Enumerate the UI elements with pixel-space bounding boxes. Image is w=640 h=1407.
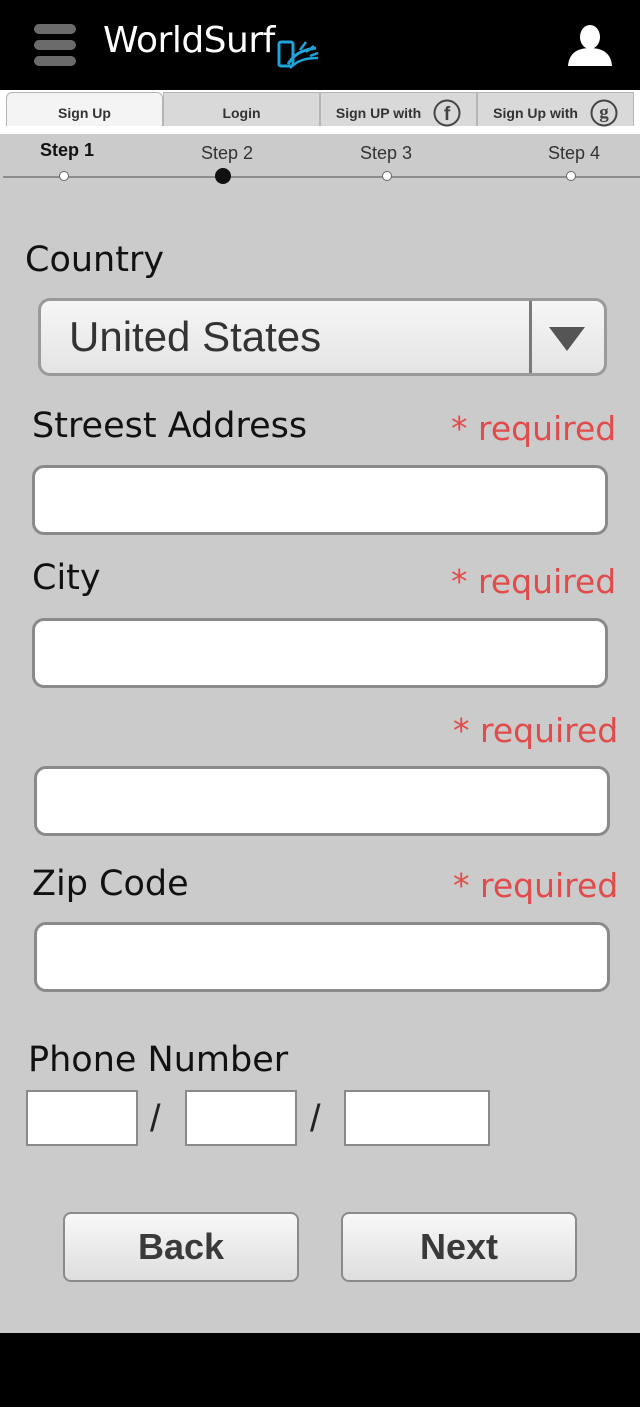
phone-number-label: Phone Number (28, 1040, 289, 1080)
next-button[interactable]: Next (341, 1212, 577, 1282)
phone-prefix-input[interactable] (185, 1090, 297, 1146)
google-icon: g (590, 99, 618, 127)
state-input[interactable] (34, 766, 610, 836)
step-1-dot[interactable] (59, 171, 69, 181)
tab-sign-up[interactable]: Sign Up (6, 92, 163, 126)
country-select-value: United States (69, 313, 322, 360)
select-divider (529, 301, 532, 373)
step-progress-line (3, 176, 640, 178)
app-header: WorldSurf (0, 0, 640, 90)
svg-text:g: g (599, 102, 609, 123)
svg-text:f: f (444, 104, 451, 125)
zip-code-label: Zip Code (32, 864, 189, 904)
chevron-down-icon[interactable] (549, 327, 585, 351)
tab-login[interactable]: Login (163, 92, 320, 126)
back-button[interactable]: Back (63, 1212, 299, 1282)
country-label: Country (25, 240, 165, 280)
state-required-note: * required (453, 711, 619, 750)
city-input[interactable] (32, 618, 608, 688)
user-silhouette-icon[interactable] (566, 24, 614, 66)
footer-bar (0, 1333, 640, 1407)
street-required-note: * required (451, 409, 617, 448)
zip-code-input[interactable] (34, 922, 610, 992)
street-address-label: Streest Address (32, 406, 308, 446)
app-logo-text: WorldSurf (103, 20, 275, 61)
city-label: City (32, 558, 101, 598)
step-3-label: Step 3 (360, 143, 413, 163)
step-4-label: Step 4 (548, 143, 601, 163)
country-select[interactable]: United States (38, 298, 607, 376)
step-1-label: Step 1 (40, 140, 95, 160)
step-2-dot[interactable] (215, 168, 231, 184)
signup-form-panel: Step 1 Step 2 Step 3 Step 4 Country Unit… (0, 134, 640, 1333)
phone-line-input[interactable] (344, 1090, 490, 1146)
phone-separator: / (150, 1098, 161, 1140)
facebook-icon: f (433, 99, 461, 127)
surf-splash-icon (277, 40, 319, 69)
hamburger-menu-icon[interactable] (34, 24, 76, 66)
city-required-note: * required (451, 562, 617, 601)
tab-sign-up-facebook[interactable]: Sign UP with f (320, 92, 477, 127)
phone-area-code-input[interactable] (26, 1090, 138, 1146)
phone-separator: / (310, 1098, 321, 1140)
zip-required-note: * required (453, 866, 619, 905)
tab-sign-up-google[interactable]: Sign Up with g (477, 92, 634, 127)
street-address-input[interactable] (32, 465, 608, 535)
auth-tabs: Sign Up Login Sign UP with f Sign Up wit… (0, 90, 640, 134)
step-2-label: Step 2 (201, 143, 254, 163)
step-4-dot[interactable] (566, 171, 576, 181)
step-3-dot[interactable] (382, 171, 392, 181)
